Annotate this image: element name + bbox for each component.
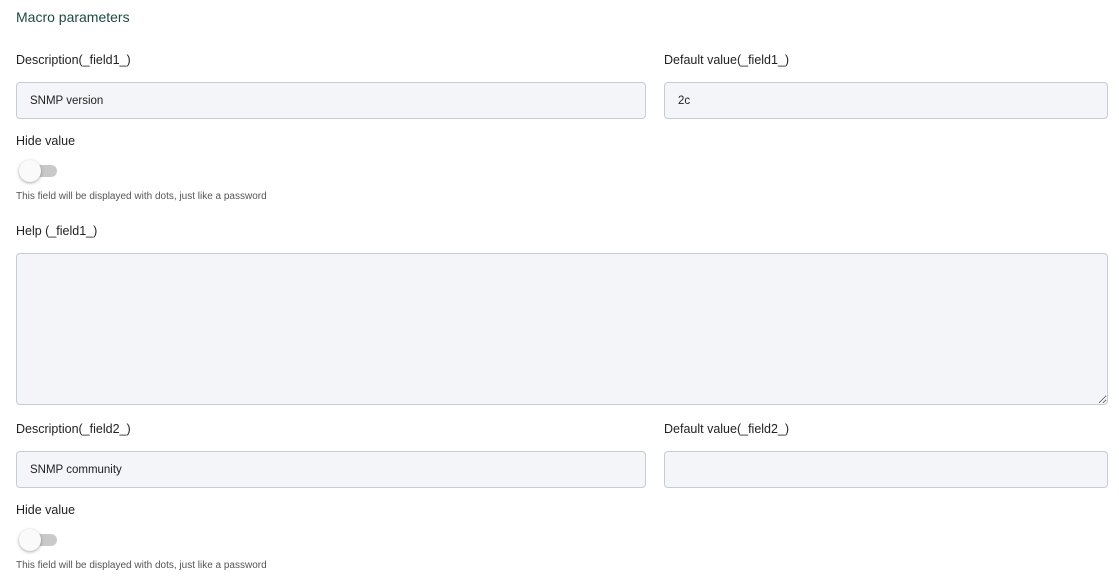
description-field2-label: Description(_field2_) — [16, 422, 131, 436]
default-value-field2-label: Default value(_field2_) — [664, 422, 790, 436]
toggle-knob — [19, 160, 41, 182]
default-value-field2-input[interactable] — [664, 451, 1108, 488]
default-value-field1-label: Default value(_field1_) — [664, 53, 790, 67]
default-value-field1-input[interactable] — [664, 82, 1108, 119]
section-title: Macro parameters — [16, 9, 130, 25]
description-field1-input[interactable] — [16, 82, 646, 119]
hide-value-field2-label: Hide value — [16, 503, 76, 517]
help-field1-label: Help (_field1_) — [16, 224, 98, 238]
description-field1-label: Description(_field1_) — [16, 53, 131, 67]
hide-value-field1-toggle[interactable] — [19, 160, 57, 182]
description-field2-input[interactable] — [16, 451, 646, 488]
hide-value-field2-toggle[interactable] — [19, 529, 57, 551]
toggle-knob — [19, 529, 41, 551]
hide-value-field2-hint: This field will be displayed with dots, … — [16, 560, 267, 571]
macro-parameters-panel: Macro parameters Description(_field1_) D… — [0, 0, 1119, 581]
hide-value-field1-hint: This field will be displayed with dots, … — [16, 191, 267, 202]
help-field1-textarea[interactable] — [16, 253, 1108, 405]
hide-value-field1-label: Hide value — [16, 134, 76, 148]
